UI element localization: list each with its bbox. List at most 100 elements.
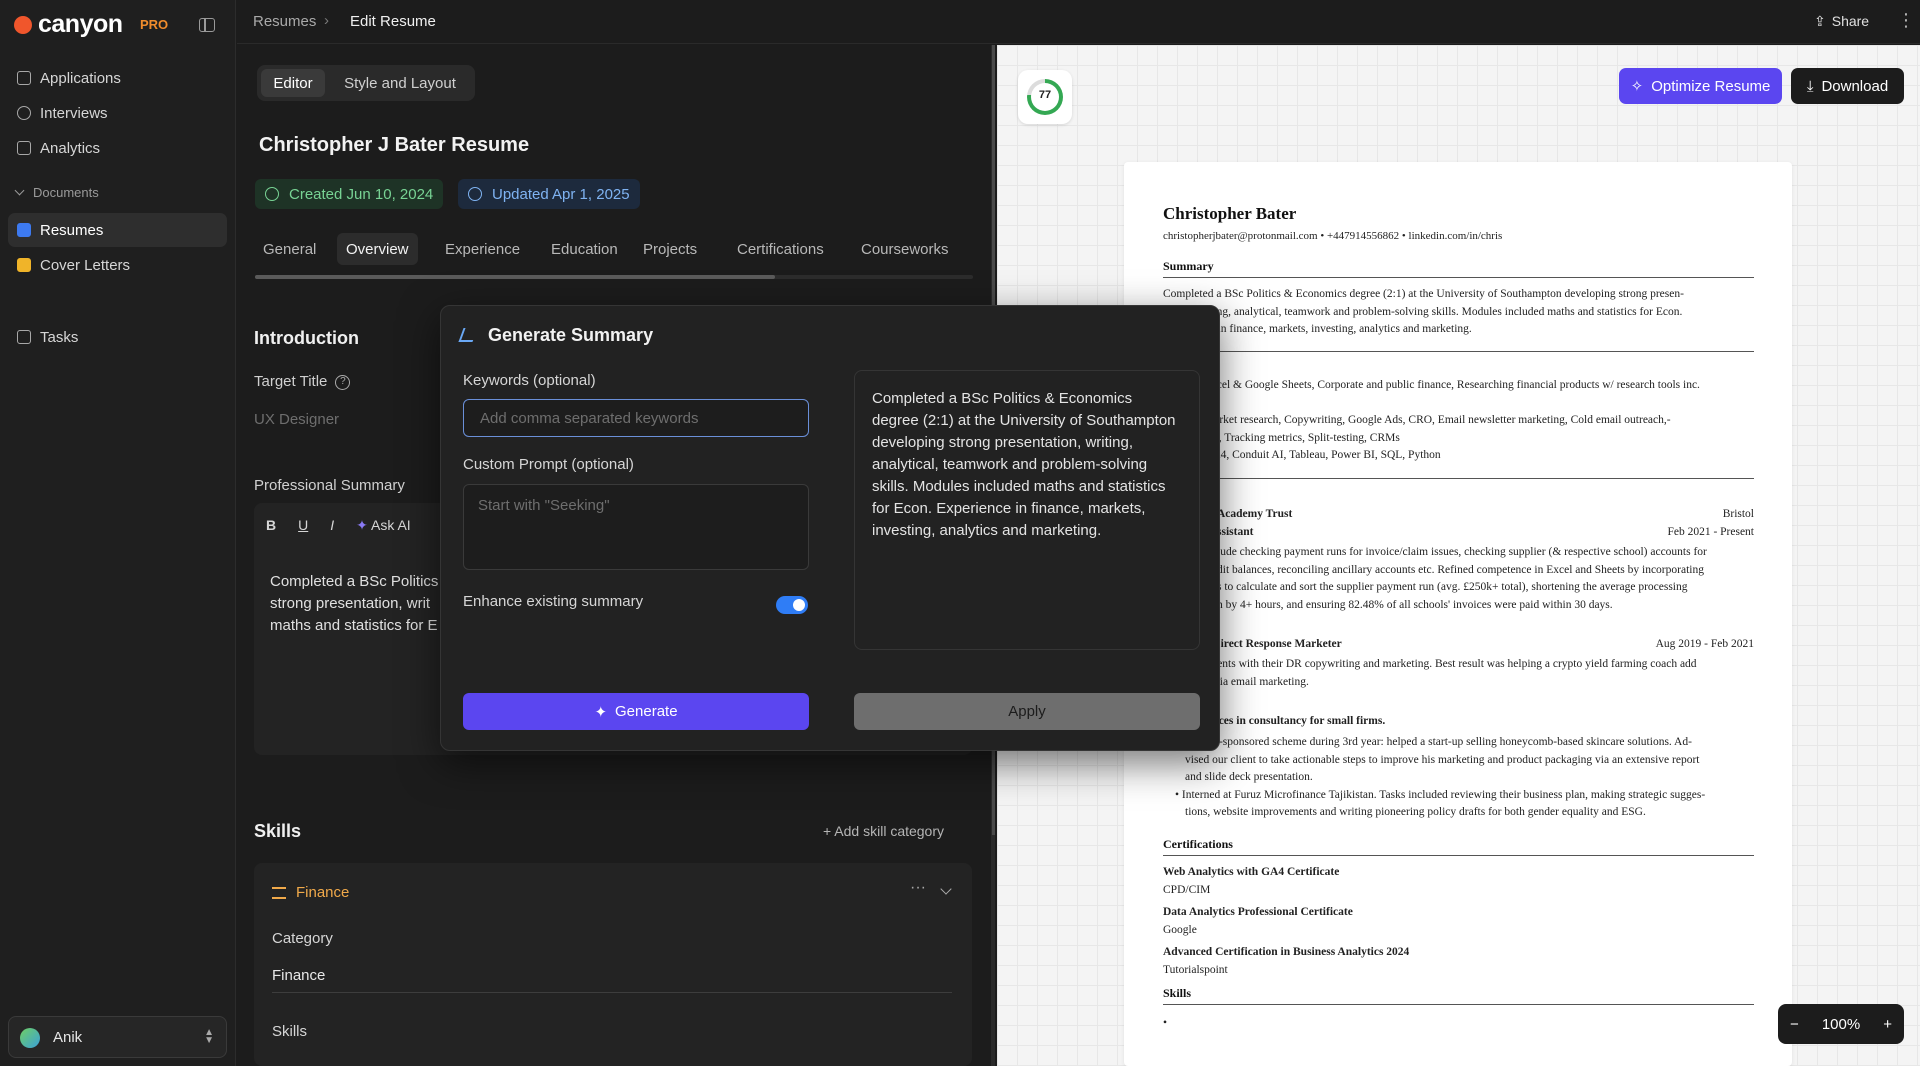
sidebar: canyon PRO Applications Interviews Analy…: [0, 0, 236, 1066]
skills-label: Skills: [272, 1023, 308, 1040]
generate-label: Generate: [615, 703, 678, 720]
resume-exp3-role-text: iences in consultancy for small firms.: [1204, 715, 1386, 727]
chat-icon: [17, 106, 31, 120]
zoom-out-button[interactable]: −: [1790, 1016, 1799, 1033]
download-label: Download: [1821, 77, 1889, 95]
sidebar-item-label: Applications: [40, 69, 121, 87]
tab-courseworks[interactable]: Courseworks: [852, 233, 958, 265]
chevron-down-icon[interactable]: [940, 883, 952, 895]
resume-line: Experience in finance, markets, investin…: [1163, 323, 1472, 335]
created-badge: Created Jun 10, 2024: [255, 179, 444, 209]
download-button[interactable]: ⤓ Download: [1791, 68, 1904, 104]
sparkle-icon: ✧: [1630, 78, 1644, 95]
help-icon[interactable]: ?: [335, 374, 351, 390]
cert-issuer: CPD/CIM: [1163, 883, 1211, 896]
generate-button[interactable]: ✦ Generate: [463, 693, 809, 730]
resume-line: dit balances, reconciling ancillary acco…: [1217, 563, 1704, 576]
underline-button[interactable]: U: [298, 517, 308, 534]
keywords-input[interactable]: Add comma separated keywords: [463, 399, 809, 437]
generate-summary-dialog: Generate Summary Keywords (optional) Add…: [440, 305, 1220, 751]
magic-wand-icon: [458, 328, 478, 342]
sidebar-collapse-icon[interactable]: [199, 18, 215, 32]
add-skill-category-button[interactable]: + Add skill category: [823, 823, 944, 839]
resume-score[interactable]: 77: [1018, 70, 1072, 124]
zoom-level: 100%: [1821, 1015, 1861, 1033]
resume-exp3-header: cy: [1204, 697, 1754, 709]
optimize-resume-button[interactable]: ✧ Optimize Resume: [1619, 68, 1782, 104]
sidebar-item-resumes[interactable]: Resumes: [8, 213, 227, 247]
target-title-text: Target Title: [254, 373, 328, 390]
resume-exp1-org: Academy Trust: [1217, 508, 1293, 520]
sidebar-item-interviews[interactable]: Interviews: [8, 96, 227, 130]
dialog-title: Generate Summary: [488, 325, 654, 345]
resume-certifications: Web Analytics with GA4 Certificate CPD/C…: [1163, 864, 1754, 979]
zoom-control: − 100% +: [1778, 1004, 1904, 1044]
sidebar-item-analytics[interactable]: Analytics: [8, 131, 227, 165]
introduction-heading: Introduction: [254, 328, 359, 348]
resume-line: via email marketing.: [1214, 675, 1309, 688]
resume-line: Market research, Copywriting, Google Ads…: [1204, 414, 1671, 426]
sidebar-item-applications[interactable]: Applications: [8, 61, 227, 95]
created-label: Created Jun 10, 2024: [289, 185, 434, 203]
user-switcher[interactable]: Anik ▲ ▼: [8, 1016, 227, 1058]
zoom-in-button[interactable]: +: [1883, 1016, 1892, 1033]
resume-exp2-dates: Aug 2019 - Feb 2021: [1655, 638, 1754, 650]
professional-summary-label: Professional Summary: [254, 477, 405, 494]
cert-name: Advanced Certification in Business Analy…: [1163, 946, 1410, 958]
category-input[interactable]: Finance: [272, 967, 952, 993]
enhance-summary-toggle[interactable]: [776, 596, 808, 614]
resume-skills-bullet: •: [1163, 1017, 1168, 1029]
tab-education[interactable]: Education: [542, 233, 627, 265]
tab-general[interactable]: General: [254, 233, 325, 265]
resume-line: ion, Tracking metrics, Split-testing, CR…: [1204, 431, 1400, 444]
custom-prompt-label: Custom Prompt (optional): [463, 456, 634, 473]
tab-overview[interactable]: Overview: [337, 233, 418, 265]
keywords-label: Keywords (optional): [463, 372, 596, 389]
resume-line: ty-sponsored scheme during 3rd year: hel…: [1210, 736, 1692, 748]
resume-exp2-header: r/Direct Response Marketer Aug 2019 - Fe…: [1204, 638, 1754, 650]
share-button[interactable]: ⇪ Share: [1814, 13, 1869, 30]
more-options-icon[interactable]: ⋮: [1897, 10, 1915, 31]
bold-button[interactable]: B: [266, 517, 276, 534]
sidebar-item-cover-letters[interactable]: Cover Letters: [8, 248, 227, 282]
resume-line: • Interned at Furuz Microfinance Tajikis…: [1175, 788, 1706, 801]
resume-exp1-role: ssistant Feb 2021 - Present: [1217, 526, 1754, 538]
resume-line: GA4, Conduit AI, Tableau, Power BI, SQL,…: [1204, 449, 1441, 461]
editor-mode-switch: Editor Style and Layout: [257, 65, 475, 101]
tab-experience[interactable]: Experience: [436, 233, 529, 265]
more-horizontal-icon[interactable]: ···: [910, 879, 926, 897]
enhance-summary-label: Enhance existing summary: [463, 593, 644, 610]
tab-projects[interactable]: Projects: [634, 233, 706, 265]
resume-exp1-header: Academy Trust Bristol: [1217, 508, 1754, 520]
avatar: [20, 1028, 40, 1048]
user-name: Anik: [53, 1029, 83, 1046]
resume-exp1-dates: Feb 2021 - Present: [1667, 526, 1754, 538]
custom-prompt-input[interactable]: Start with "Seeking": [463, 484, 809, 570]
sidebar-item-label: Tasks: [40, 328, 79, 346]
tab-certifications[interactable]: Certifications: [728, 233, 833, 265]
target-title-input[interactable]: UX Designer: [254, 411, 339, 428]
resume-line: lude checking payment runs for invoice/c…: [1217, 546, 1707, 558]
rte-toolbar: B U I ✦ Ask AI: [266, 517, 411, 534]
tab-style-layout[interactable]: Style and Layout: [329, 69, 471, 97]
breadcrumb-resumes[interactable]: Resumes: [253, 13, 316, 30]
list-icon: [272, 887, 286, 899]
resume-line: alt.: [1204, 395, 1754, 413]
resume-line: Excel & Google Sheets, Corporate and pub…: [1204, 379, 1700, 391]
resume-contact: christopherjbater@protonmail.com • +4479…: [1163, 230, 1503, 242]
italic-button[interactable]: I: [330, 517, 334, 534]
ask-ai-button[interactable]: ✦ Ask AI: [356, 517, 411, 534]
cert-name: Data Analytics Professional Certificate: [1163, 906, 1353, 918]
sidebar-item-tasks[interactable]: Tasks: [8, 320, 227, 354]
resume-line: vised our client to take actionable step…: [1185, 753, 1700, 766]
skill-category-name[interactable]: Finance: [296, 884, 349, 901]
top-bar: Resumes › Edit Resume ⇪ Share ⋮: [237, 0, 1920, 44]
resume-line: and slide deck presentation.: [1185, 771, 1313, 783]
resume-line: s to calculate and sort the supplier pay…: [1217, 581, 1688, 593]
documents-section-toggle[interactable]: Documents: [14, 185, 99, 200]
skills-heading: Skills: [254, 821, 302, 841]
apply-button[interactable]: Apply: [854, 693, 1200, 730]
app-name: canyon: [38, 10, 123, 38]
tab-editor[interactable]: Editor: [261, 69, 325, 97]
tabs-scroll-thumb[interactable]: [255, 275, 775, 279]
